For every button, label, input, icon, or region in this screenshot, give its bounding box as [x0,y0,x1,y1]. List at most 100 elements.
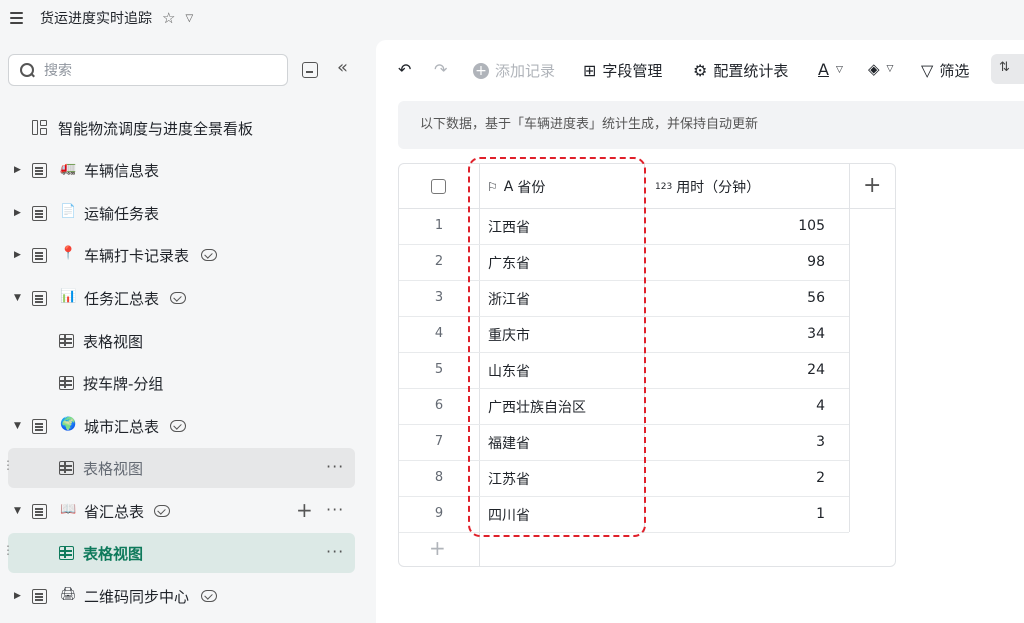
table-row[interactable]: 2 广东省 98 [399,245,849,281]
table-row[interactable]: 9 四川省 1 [399,497,849,533]
fold-sidebar-icon[interactable]: « [337,58,348,78]
sidebar-item-province-summary[interactable]: ▼ 📖 省汇总表 + ··· [8,491,355,531]
sidebar-item-label: 车辆打卡记录表 [84,246,190,265]
grid-view-icon [59,376,74,390]
primary-field-flag-icon: ⚐ [487,180,498,194]
star-icon[interactable]: ☆ [162,9,175,27]
filter-icon: ▽ [921,61,934,80]
add-column-icon[interactable]: + [863,173,881,198]
expand-arrow-icon[interactable]: ▶ [14,250,21,260]
info-banner: 以下数据，基于「车辆进度表」统计生成，并保持自动更新 [398,101,1024,149]
column-header-label: 用时（分钟） [676,180,761,196]
plus-circle-icon: + [473,62,489,79]
expand-arrow-icon[interactable]: ▶ [14,208,21,218]
table-row[interactable]: 6 广西壮族自治区 4 [399,389,849,425]
sidebar-item-label: 省汇总表 [84,502,145,521]
chart-icon: 📊 [60,289,77,304]
column-header-label: 省份 [517,180,546,196]
sync-check-icon [154,505,170,517]
sync-check-icon [170,420,186,432]
add-record-button[interactable]: + 添加记录 [473,60,555,81]
chevron-down-icon: ▽ [835,64,843,75]
table-row[interactable]: 4 重庆市 34 [399,317,849,353]
sidebar-item-city-grid-view[interactable]: ⋮ 表格视图 ··· [2,448,355,488]
more-icon[interactable]: ··· [326,500,344,519]
sidebar-item-label: 表格视图 [83,459,144,478]
chevron-down-icon[interactable]: ▽ [185,13,193,24]
sidebar-item-qr-sync[interactable]: ▶ 🖨 二维码同步中心 [8,576,355,616]
collapse-all-icon[interactable] [302,62,318,78]
text-field-icon: A [503,179,514,195]
drag-handle-icon[interactable]: ⋮ [2,543,14,557]
sidebar-item-checkin-record[interactable]: ▶ 📍 车辆打卡记录表 [8,235,355,275]
table-row[interactable]: 1 江西省 105 [399,209,849,245]
sidebar-item-dashboard[interactable]: 智能物流调度与进度全景看板 [8,108,355,148]
data-grid: ⚐ A 省份 123 用时（分钟） + 1 江西省 105 2 广东省 98 3 浙江省 5… [398,163,896,567]
collapse-arrow-icon[interactable]: ▼ [14,293,21,303]
text-color-icon: A [818,60,829,79]
book-icon: 📖 [60,502,77,517]
text-color-button[interactable]: A ▽ [818,60,843,79]
add-view-icon[interactable]: + [296,498,313,522]
sidebar-item-city-summary[interactable]: ▼ 🌍 城市汇总表 [8,406,355,446]
menu-icon[interactable] [10,12,26,24]
filter-button[interactable]: ▽ 筛选 [921,60,969,81]
redo-icon: ↷ [434,60,448,79]
sidebar-item-label: 车辆信息表 [84,161,160,180]
search-icon [20,63,34,77]
table-icon [32,504,47,519]
config-stats-button[interactable]: ⚙ 配置统计表 [693,60,788,81]
collapse-arrow-icon[interactable]: ▼ [14,421,21,431]
table-icon [32,419,47,434]
sidebar-item-task-grid-view[interactable]: 表格视图 [8,321,355,361]
expand-arrow-icon[interactable]: ▶ [14,591,21,601]
table-icon [32,291,47,306]
sidebar-item-label: 按车牌-分组 [83,374,164,393]
fill-color-button[interactable]: ◈ ▽ [868,60,893,78]
base-title: 货运进度实时追踪 [40,11,152,27]
sidebar: 搜索 « 智能物流调度与进度全景看板 ▶ 🚛 车辆信息表 ▶ 📄 运输任务表 ▶… [0,36,376,623]
sidebar-item-vehicle-info[interactable]: ▶ 🚛 车辆信息表 [8,150,355,190]
sidebar-item-task-summary[interactable]: ▼ 📊 任务汇总表 [8,278,355,318]
sidebar-item-label: 表格视图 [83,544,144,563]
document-icon: 📄 [60,204,77,219]
sidebar-item-transport-task[interactable]: ▶ 📄 运输任务表 [8,193,355,233]
truck-icon: 🚛 [60,161,77,176]
more-icon[interactable]: ··· [326,457,344,476]
table-row[interactable]: 5 山东省 24 [399,353,849,389]
sort-icon: ⇅ [999,60,1010,75]
sidebar-item-label: 二维码同步中心 [84,587,190,606]
chevron-down-icon: ▽ [886,64,894,74]
undo-button[interactable]: ↶ [398,60,417,79]
fields-grid-icon: ⊞ [583,61,597,80]
sync-check-icon [201,249,217,261]
sync-check-icon [170,292,186,304]
sidebar-item-province-grid-view[interactable]: ⋮ 表格视图 ··· [2,533,355,573]
undo-icon: ↶ [398,60,412,79]
drag-handle-icon[interactable]: ⋮ [2,458,14,472]
add-row-icon[interactable]: + [429,536,446,560]
toolbar: ↶ ↷ + 添加记录 ⊞ 字段管理 ⚙ 配置统计表 A ▽ ◈ ▽ ▽ 筛选 ⇅ [376,40,1024,96]
add-record-label: 添加记录 [495,62,556,80]
table-row[interactable]: 7 福建省 3 [399,425,849,461]
select-all-checkbox[interactable] [431,179,446,194]
gear-icon: ⚙ [693,61,708,80]
column-header-time[interactable]: 123 用时（分钟） [655,177,760,197]
dashboard-icon [32,120,48,136]
table-icon [32,163,47,178]
table-icon [32,206,47,221]
grid-view-icon [59,334,74,348]
table-row[interactable]: 3 浙江省 56 [399,281,849,317]
field-manage-button[interactable]: ⊞ 字段管理 [583,60,662,81]
automation-table-icon [32,589,47,604]
collapse-arrow-icon[interactable]: ▼ [14,506,21,516]
search-input[interactable]: 搜索 [8,54,288,86]
column-header-province[interactable]: ⚐ A 省份 [487,177,545,197]
sidebar-item-group-by-plate[interactable]: 按车牌-分组 [8,363,355,403]
config-stats-label: 配置统计表 [713,62,789,80]
redo-button[interactable]: ↷ [434,60,453,79]
expand-arrow-icon[interactable]: ▶ [14,165,21,175]
more-icon[interactable]: ··· [326,542,344,561]
table-row[interactable]: 8 江苏省 2 [399,461,849,497]
sort-button[interactable]: ⇅ [991,54,1024,84]
